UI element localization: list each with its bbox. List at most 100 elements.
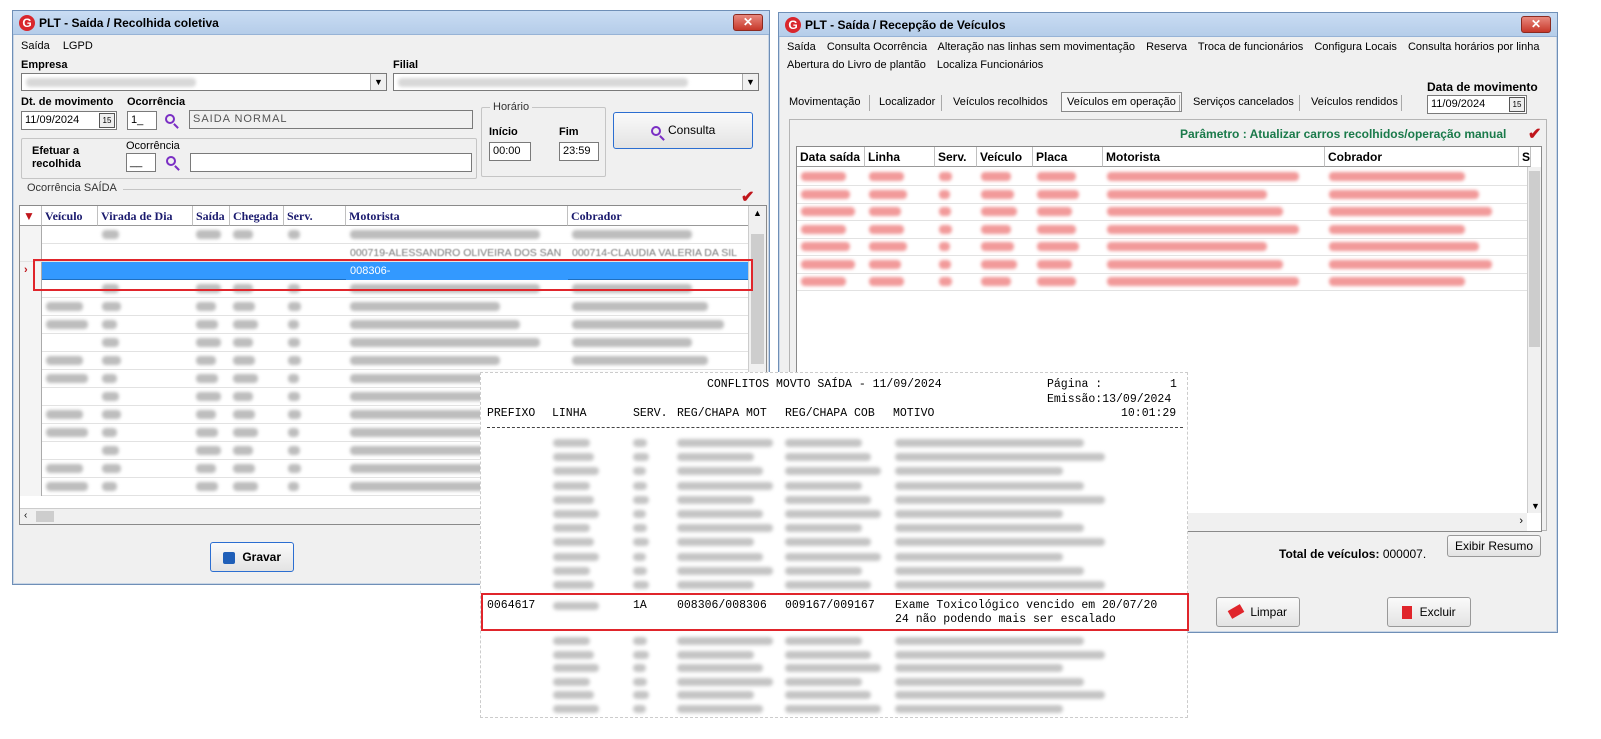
table-row[interactable]: [797, 168, 1527, 186]
col-serv[interactable]: Serv.: [935, 147, 977, 167]
col-cobrador[interactable]: Cobrador: [1325, 147, 1519, 167]
table-row[interactable]: [797, 256, 1527, 274]
report-line: [785, 524, 862, 533]
report-line: [677, 467, 764, 476]
empresa-combo[interactable]: ▼: [21, 73, 387, 91]
menu-configura-locais[interactable]: Configura Locais: [1314, 41, 1397, 53]
col-cobrador[interactable]: Cobrador: [568, 206, 750, 226]
col-s[interactable]: S: [1519, 147, 1531, 167]
col-data-saida[interactable]: Data saída: [797, 147, 865, 167]
report-line: [785, 664, 881, 672]
table-row[interactable]: [20, 298, 766, 316]
col-placa[interactable]: Placa: [1033, 147, 1103, 167]
col-serv[interactable]: Serv.: [284, 206, 346, 226]
report-line: [553, 495, 595, 504]
parametro-text: Parâmetro : Atualizar carros recolhidos/…: [1180, 127, 1507, 141]
conflitos-report: CONFLITOS MOVTO SAÍDA - 11/09/2024 Págin…: [480, 372, 1189, 718]
scroll-thumb[interactable]: [751, 234, 764, 364]
table-row[interactable]: [20, 334, 766, 352]
calendar-icon[interactable]: 15: [1509, 97, 1525, 112]
report-line: [553, 581, 595, 589]
menu-saida[interactable]: Saída: [787, 41, 816, 53]
chevron-down-icon[interactable]: ▼: [742, 74, 758, 90]
gravar-button[interactable]: Gravar: [210, 542, 294, 572]
tab-movimentacao[interactable]: Movimentação: [785, 94, 865, 110]
excluir-button[interactable]: Excluir: [1387, 597, 1471, 627]
report-line: [553, 704, 599, 713]
table-row[interactable]: [20, 316, 766, 334]
table-row[interactable]: [797, 238, 1527, 256]
col-virada[interactable]: Virada de Dia: [98, 206, 193, 226]
grid-group-label: Ocorrência SAÍDA: [27, 182, 117, 194]
report-line: [633, 704, 646, 713]
col-linha[interactable]: Linha: [865, 147, 935, 167]
tab-servicos-cancelados[interactable]: Serviços cancelados: [1189, 94, 1298, 110]
menu-consulta-horarios[interactable]: Consulta horários por linha: [1408, 41, 1539, 53]
search-icon[interactable]: [166, 155, 176, 167]
col-saida[interactable]: Saída: [193, 206, 230, 226]
menu-alteracao-linhas[interactable]: Alteração nas linhas sem movimentação: [938, 41, 1135, 53]
ocorrencia2-code-field[interactable]: __: [126, 153, 156, 172]
checkmark-icon[interactable]: ✔: [741, 187, 754, 207]
table-row[interactable]: [20, 352, 766, 370]
tab-veiculos-recolhidos[interactable]: Veículos recolhidos: [949, 94, 1052, 110]
table-row[interactable]: [797, 273, 1527, 291]
report-line: [785, 650, 872, 659]
report-line: [785, 467, 881, 476]
checkmark-icon[interactable]: ✔: [1528, 124, 1541, 144]
ocorrencia-code-field[interactable]: 1_: [127, 111, 157, 130]
close-icon[interactable]: ✕: [1521, 16, 1551, 33]
scroll-thumb[interactable]: [1529, 171, 1540, 347]
inicio-label: Início: [489, 126, 518, 138]
report-line: [677, 664, 764, 672]
menu-consulta-ocorrencia[interactable]: Consulta Ocorrência: [827, 41, 927, 53]
table-row[interactable]: [797, 203, 1527, 221]
close-icon[interactable]: ✕: [733, 14, 763, 31]
report-line: [677, 439, 773, 447]
table-row[interactable]: [797, 186, 1527, 204]
table-row[interactable]: [797, 221, 1527, 239]
menu-localiza-funcionarios[interactable]: Localiza Funcionários: [937, 59, 1043, 71]
report-line: [633, 650, 649, 659]
filial-combo[interactable]: ▼: [393, 73, 759, 91]
right-titlebar: G PLT - Saída / Recepção de Veículos ✕: [779, 13, 1557, 37]
report-line: [633, 453, 649, 462]
col-motorista[interactable]: Motorista: [346, 206, 568, 226]
inicio-field[interactable]: 00:00: [489, 142, 531, 161]
ocorrencia-label: Ocorrência: [127, 96, 186, 108]
menu-abertura-livro[interactable]: Abertura do Livro de plantão: [787, 59, 926, 71]
report-line: [895, 664, 1063, 672]
report-line: [633, 495, 649, 504]
tab-veiculos-rendidos[interactable]: Veículos rendidos: [1307, 94, 1402, 110]
report-line: [785, 481, 862, 490]
total-label: Total de veículos: 000007.: [1279, 547, 1427, 561]
col-veiculo[interactable]: Veículo: [977, 147, 1033, 167]
table-row[interactable]: [20, 226, 766, 244]
col-chegada[interactable]: Chegada: [230, 206, 284, 226]
search-icon[interactable]: [165, 113, 175, 125]
menu-reserva[interactable]: Reserva: [1146, 41, 1187, 53]
exibir-resumo-button[interactable]: Exibir Resumo: [1447, 535, 1541, 557]
report-line: [895, 704, 1063, 713]
data-movimento-label: Data de movimento: [1427, 80, 1538, 94]
limpar-button[interactable]: Limpar: [1216, 597, 1300, 627]
report-line: [633, 664, 646, 672]
menu-saida[interactable]: Saída: [21, 40, 50, 52]
tab-localizador[interactable]: Localizador: [875, 94, 939, 110]
consulta-button[interactable]: Consulta: [613, 112, 753, 149]
col-veiculo[interactable]: Veículo: [42, 206, 98, 226]
menu-troca-funcionarios[interactable]: Troca de funcionários: [1198, 41, 1303, 53]
right-grid-scrollbar[interactable]: ▼: [1527, 167, 1541, 513]
fim-field[interactable]: 23:59: [559, 142, 599, 161]
chevron-down-icon[interactable]: ▼: [370, 74, 386, 90]
report-title: CONFLITOS MOVTO SAÍDA - 11/09/2024: [707, 378, 942, 391]
menu-lgpd[interactable]: LGPD: [63, 40, 93, 52]
grid-sort-icon[interactable]: ▼: [20, 206, 42, 226]
col-motorista[interactable]: Motorista: [1103, 147, 1325, 167]
calendar-icon[interactable]: 15: [99, 113, 115, 128]
report-line: [553, 481, 590, 490]
report-line: [553, 566, 590, 575]
tab-veiculos-operacao[interactable]: Veículos em operação: [1061, 92, 1182, 112]
report-line: [677, 481, 773, 490]
report-line: [677, 581, 754, 589]
